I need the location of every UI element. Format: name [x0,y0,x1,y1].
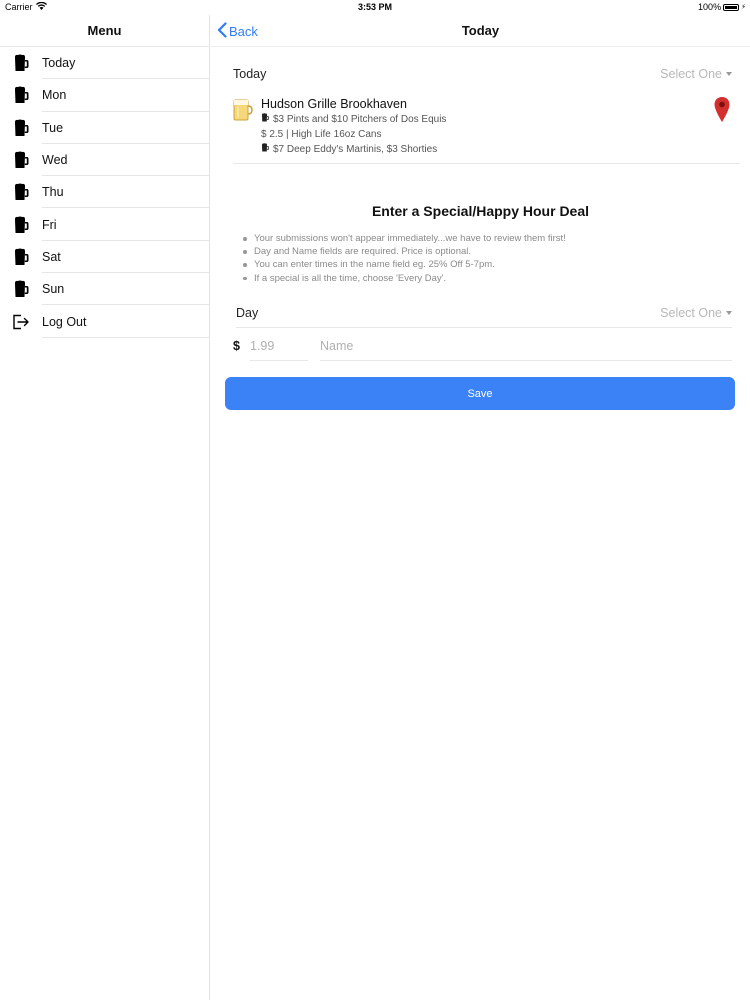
sidebar-item-fri[interactable]: Fri [0,208,209,242]
special-text: $ 2.5 | High Life 16oz Cans [261,128,382,140]
name-input[interactable] [320,331,732,361]
beer-mug-icon [0,248,42,266]
logout-icon [0,314,42,330]
sidebar-item-mon[interactable]: Mon [0,79,209,112]
today-day-select[interactable]: Select One [660,67,732,81]
venue-name: Hudson Grille Brookhaven [261,97,407,111]
today-select-label: Select One [660,67,722,81]
beer-mug-icon [0,86,42,104]
sidebar-item-log-out[interactable]: Log Out [0,305,209,338]
beer-glass-icon [233,98,253,127]
caret-down-icon [726,72,732,76]
menu-list: Today Mon Tue Wed Thu Fri Sat Sun Log Out [0,47,209,338]
sidebar-item-label: Sun [42,282,65,297]
sidebar-item-tue[interactable]: Tue [0,112,209,145]
sidebar-item-label: Sat [42,249,61,264]
sidebar-item-label: Log Out [42,314,87,329]
special-line: $7 Deep Eddy's Martinis, $3 Shorties [261,142,446,158]
sidebar-item-today[interactable]: Today [0,47,209,80]
sidebar: Menu Today Mon Tue Wed Thu Fri Sat Sun Log Out [0,15,210,1000]
day-label: Day [236,305,259,320]
map-pin-icon[interactable] [714,97,730,127]
battery-percent: 100% [698,2,722,12]
sidebar-item-label: Mon [42,88,67,103]
special-text: $7 Deep Eddy's Martinis, $3 Shorties [273,143,438,155]
price-input[interactable] [250,331,308,361]
sidebar-item-sat[interactable]: Sat [0,241,209,274]
special-line: $3 Pints and $10 Pitchers of Dos Equis [261,113,446,128]
today-section-label: Today [233,67,267,81]
sidebar-item-label: Thu [42,185,64,200]
form-note: You can enter times in the name field eg… [241,258,566,271]
sidebar-item-wed[interactable]: Wed [0,144,209,177]
price-name-row: $ [233,330,732,362]
status-bar: Carrier 3:53 PM 100% ⚡ [0,0,750,15]
beer-mug-icon [0,54,42,72]
sidebar-item-label: Today [42,56,76,71]
page-title: Today [461,23,500,38]
battery-icon [723,3,740,11]
currency-symbol: $ [233,339,240,353]
sidebar-title: Menu [0,15,209,47]
main-content: Back Today Today Select One Hudson Grill… [211,15,750,1000]
beer-mug-icon [0,280,42,298]
today-section-header: Today Select One [233,67,732,81]
sidebar-item-thu[interactable]: Thu [0,176,209,209]
beer-mug-icon [0,119,42,137]
beer-mug-icon [261,142,269,158]
nav-bar: Back Today [211,15,750,47]
beer-mug-icon [0,216,42,234]
form-note: Your submissions won't appear immediatel… [241,232,566,245]
sidebar-item-sun[interactable]: Sun [0,273,209,306]
day-select[interactable]: Select One [660,306,732,320]
day-row: Day Select One [236,298,732,328]
day-select-label: Select One [660,305,722,320]
form-notes: Your submissions won't appear immediatel… [241,232,566,285]
sidebar-item-label: Tue [42,120,64,135]
charging-icon: ⚡ [741,4,746,11]
form-note: If a special is all the time, choose 'Ev… [241,272,566,285]
beer-mug-icon [261,113,269,128]
form-title: Enter a Special/Happy Hour Deal [371,203,590,219]
sidebar-item-label: Fri [42,217,57,232]
status-time: 3:53 PM [357,2,392,12]
beer-mug-icon [0,183,42,201]
special-text: $3 Pints and $10 Pitchers of Dos Equis [273,114,447,125]
caret-down-icon [726,310,732,315]
beer-mug-icon [0,151,42,169]
venue-list-item[interactable]: Hudson Grille Brookhaven $3 Pints and $1… [233,96,740,164]
special-line: $ 2.5 | High Life 16oz Cans [261,128,446,143]
save-button[interactable]: Save [225,377,735,410]
venue-specials: $3 Pints and $10 Pitchers of Dos Equis $ … [261,113,446,157]
sidebar-item-label: Wed [42,153,68,168]
form-note: Day and Name fields are required. Price … [241,245,566,258]
